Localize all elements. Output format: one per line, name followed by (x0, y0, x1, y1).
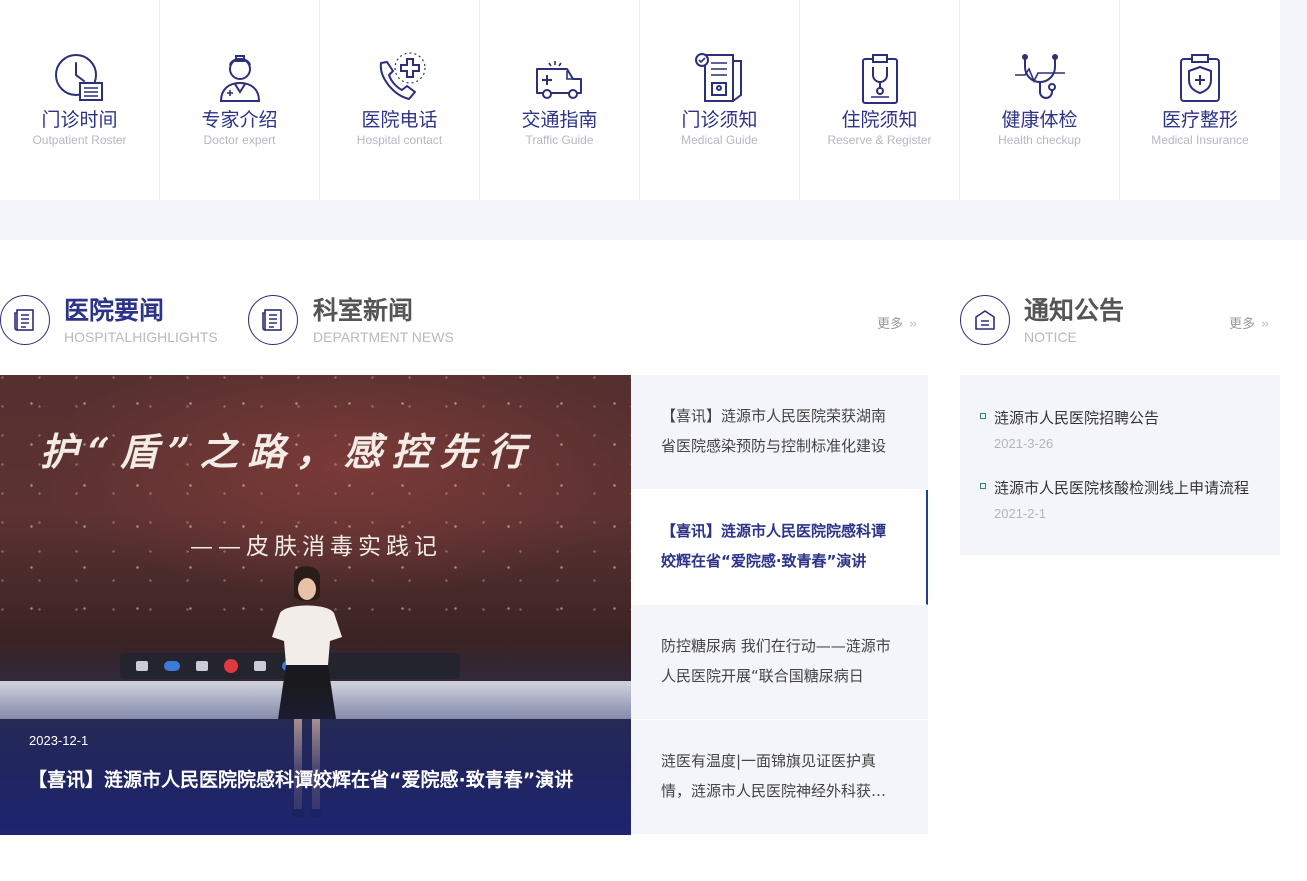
feature-date: 2023-12-1 (29, 733, 89, 748)
service-label-en: Medical Guide (681, 133, 758, 147)
service-band: 门诊时间 Outpatient Roster 专家介绍 Doctor exper… (0, 0, 1307, 240)
doctor-icon (212, 50, 268, 106)
medical-document-icon (692, 50, 748, 106)
service-label-cn: 医院电话 (361, 109, 438, 131)
service-health-checkup[interactable]: 健康体检 Health checkup (960, 0, 1120, 200)
stethoscope-icon (1012, 50, 1068, 106)
service-label-cn: 专家介绍 (201, 109, 278, 131)
tab-sublabel-highlights: HOSPITALHIGHLIGHTS (64, 329, 218, 345)
more-label: 更多 (1229, 317, 1256, 332)
tab-department-news[interactable] (248, 295, 298, 345)
clipboard-stethoscope-icon (852, 50, 908, 106)
service-label-en: Medical Insurance (1151, 133, 1249, 147)
service-label-cn: 医疗整形 (1161, 109, 1238, 131)
banner-subtitle: ——皮肤消毒实践记 (190, 534, 442, 560)
service-hospital-phone[interactable]: 医院电话 Hospital contact (320, 0, 480, 200)
news-list-item[interactable]: 防控糖尿病 我们在行动——涟源市人民医院开展“联合国糖尿病日 (631, 605, 928, 720)
notice-date: 2021-2-1 (994, 506, 1047, 521)
service-label-en: Outpatient Roster (32, 133, 127, 147)
news-more-link[interactable]: 更多 ›› (877, 313, 918, 332)
newspaper-icon (14, 309, 34, 331)
news-list-item[interactable]: 涟医有温度|一面锦旗见证医护真情，涟源市人民医院神经外科获赠锦旗 (631, 720, 928, 835)
service-label-en: Doctor expert (203, 133, 276, 147)
double-chevron-right-icon: ›› (1261, 317, 1270, 332)
news-list-item-active[interactable]: 【喜讯】涟源市人民医院院感科谭姣辉在省“爱院感·致青春”演讲 (631, 490, 928, 605)
service-inpatient-guide[interactable]: 住院须知 Reserve & Register (800, 0, 960, 200)
news-list: 【喜讯】涟源市人民医院荣获湖南省医院感染预防与控制标准化建设 【喜讯】涟源市人民… (631, 375, 928, 835)
news-section-header: 医院要闻 HOSPITALHIGHLIGHTS 科室新闻 DEPARTMENT … (0, 292, 930, 348)
notice-subtitle: NOTICE (1024, 329, 1077, 345)
notice-title-text: 涟源市人民医院招聘公告 (994, 409, 1160, 427)
service-label-en: Hospital contact (356, 133, 443, 147)
newspaper-icon (262, 309, 282, 331)
tab-sublabel-department: DEPARTMENT NEWS (313, 329, 454, 345)
news-list-item[interactable]: 【喜讯】涟源市人民医院荣获湖南省医院感染预防与控制标准化建设 (631, 375, 928, 490)
news-title: 【喜讯】涟源市人民医院荣获湖南省医院感染预防与控制标准化建设 (661, 407, 887, 455)
notice-title: 通知公告 (1024, 296, 1125, 325)
notice-date: 2021-3-26 (994, 436, 1054, 451)
featured-news-banner[interactable]: 护“盾”之路，感控先行 ——皮肤消毒实践记 2023-12-1 【喜讯】涟源市人… (0, 375, 631, 835)
notice-section-header: 通知公告 NOTICE 更多 ›› (960, 292, 1282, 348)
news-title: 防控糖尿病 我们在行动——涟源市人民医院开展“联合国糖尿病日 (661, 637, 891, 685)
notice-header-badge (960, 295, 1010, 345)
service-label-en: Reserve & Register (827, 133, 932, 147)
bullet-square-icon (980, 413, 986, 419)
service-doctor-expert[interactable]: 专家介绍 Doctor expert (160, 0, 320, 200)
banner-slogan: 护“盾”之路，感控先行 (40, 429, 536, 474)
service-row: 门诊时间 Outpatient Roster 专家介绍 Doctor exper… (0, 0, 1280, 200)
shield-clipboard-icon (1172, 50, 1228, 106)
service-traffic-guide[interactable]: 交通指南 Traffic Guide (480, 0, 640, 200)
notice-list: 涟源市人民医院招聘公告 2021-3-26 涟源市人民医院核酸检测线上申请流程 … (960, 375, 1280, 555)
notice-title-text: 涟源市人民医院核酸检测线上申请流程 (994, 479, 1250, 497)
notice-more-link[interactable]: 更多 ›› (1229, 313, 1270, 332)
service-label-cn: 住院须知 (841, 109, 918, 131)
notice-list-item[interactable]: 涟源市人民医院核酸检测线上申请流程 2021-2-1 (980, 475, 1280, 545)
service-label-cn: 健康体检 (1001, 109, 1078, 131)
tab-hospital-highlights[interactable] (0, 295, 50, 345)
tab-label-department[interactable]: 科室新闻 (313, 294, 413, 328)
news-title: 【喜讯】涟源市人民医院院感科谭姣辉在省“爱院感·致青春”演讲 (661, 522, 887, 570)
feature-title[interactable]: 【喜讯】涟源市人民医院院感科谭姣辉在省“爱院感·致青春”演讲 (28, 765, 573, 792)
service-label-cn: 门诊时间 (41, 109, 118, 131)
ambulance-icon (532, 50, 588, 106)
phone-cross-icon (372, 50, 428, 106)
banner-caption-shade (0, 685, 631, 835)
more-label: 更多 (877, 317, 904, 332)
double-chevron-right-icon: ›› (909, 317, 918, 332)
service-label-cn: 门诊须知 (681, 109, 758, 131)
notice-list-item[interactable]: 涟源市人民医院招聘公告 2021-3-26 (980, 405, 1280, 475)
clock-schedule-icon (52, 50, 108, 106)
news-title: 涟医有温度|一面锦旗见证医护真情，涟源市人民医院神经外科获赠锦旗 (661, 752, 887, 800)
service-outpatient-time[interactable]: 门诊时间 Outpatient Roster (0, 0, 160, 200)
notice-board-icon (975, 310, 995, 330)
service-label-en: Traffic Guide (525, 133, 594, 147)
service-label-en: Health checkup (998, 133, 1081, 147)
bullet-square-icon (980, 483, 986, 489)
tab-label-highlights[interactable]: 医院要闻 (64, 294, 164, 328)
service-medical-cosmetic[interactable]: 医疗整形 Medical Insurance (1120, 0, 1280, 200)
service-outpatient-guide[interactable]: 门诊须知 Medical Guide (640, 0, 800, 200)
service-label-cn: 交通指南 (521, 109, 598, 131)
